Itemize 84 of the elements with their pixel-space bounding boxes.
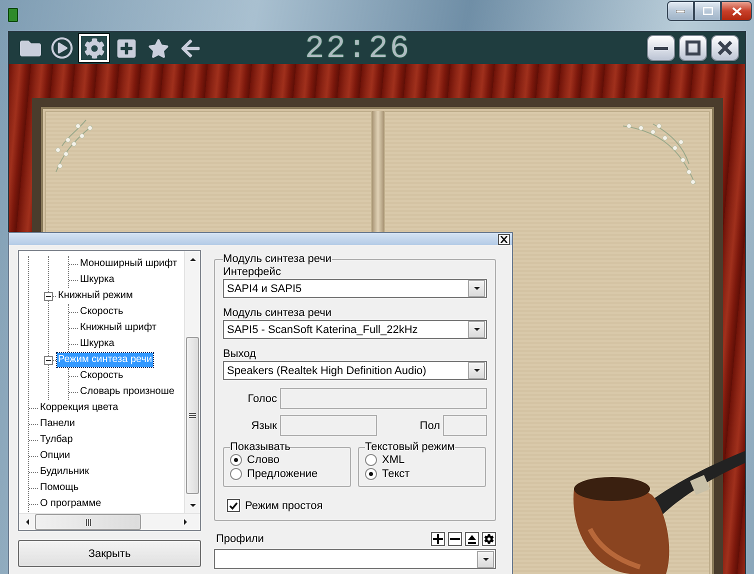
tree-item[interactable]: Моноширный шрифт: [79, 257, 178, 271]
group-title: Модуль синтеза речи: [223, 253, 332, 265]
maximize-button[interactable]: [694, 1, 721, 21]
close-button[interactable]: [711, 35, 739, 61]
horizontal-scrollbar[interactable]: [19, 513, 200, 530]
radio-option[interactable]: Текст: [365, 467, 479, 481]
close-button[interactable]: Закрыть: [18, 540, 201, 567]
settings-icon: [84, 38, 104, 58]
scroll-right-icon: [184, 519, 186, 525]
add-icon: [116, 38, 136, 58]
field-label: Выход: [223, 348, 257, 360]
tree-item[interactable]: Шкурка: [79, 337, 116, 351]
minimize-icon: [654, 46, 668, 50]
tree-item[interactable]: Коррекция цвета: [39, 401, 120, 415]
radio-button[interactable]: [365, 454, 377, 466]
minimize-icon: [676, 10, 685, 12]
field-label: Язык: [250, 420, 278, 432]
field-label: Голос: [246, 392, 278, 404]
grip-icon: [189, 413, 196, 418]
grip-icon: [86, 518, 90, 526]
play-icon: [51, 37, 73, 59]
toolbar-button[interactable]: [79, 34, 109, 62]
tree-item[interactable]: Книжный шрифт: [79, 321, 158, 335]
tree-item[interactable]: О программе: [39, 497, 102, 511]
dropdown-arrow-icon: [474, 287, 480, 290]
group-title: Показывать: [230, 441, 290, 453]
group-title: Текстовый режим: [365, 441, 455, 453]
minimize-button[interactable]: [667, 1, 694, 21]
radio-option[interactable]: Слово: [230, 453, 344, 467]
close-icon: [717, 40, 733, 56]
interface-dropdown[interactable]: SAPI4 и SAPI5: [223, 279, 487, 298]
app-icon: [8, 8, 18, 22]
tree-item[interactable]: Будильник: [39, 465, 90, 479]
radio-option[interactable]: Предложение: [230, 467, 344, 481]
profiles-label: Профили: [216, 533, 265, 545]
field-label: Интерфейс: [223, 266, 282, 278]
tree-item[interactable]: Шкурка: [79, 273, 116, 287]
tree-item[interactable]: Опции: [39, 449, 72, 463]
eject-icon: [467, 534, 477, 544]
dropdown-arrow-icon: [474, 369, 480, 372]
profile-button[interactable]: [448, 532, 462, 546]
maximize-button[interactable]: [679, 35, 707, 61]
vertical-scrollbar[interactable]: [184, 251, 200, 513]
engine-dropdown[interactable]: SAPI5 - ScanSoft Katerina_Full_22kHz: [223, 320, 487, 339]
close-icon: [732, 6, 742, 16]
field-label: Пол: [418, 420, 441, 432]
tree-item[interactable]: Тулбар: [39, 433, 74, 447]
maximize-icon: [702, 7, 712, 15]
back-arrow-icon: [180, 38, 200, 58]
output-dropdown[interactable]: Speakers (Realtek High Definition Audio): [223, 361, 487, 380]
profile-button[interactable]: [465, 532, 479, 546]
scroll-up-icon: [190, 258, 196, 260]
profile-button[interactable]: [482, 532, 496, 546]
tree-item[interactable]: Книжный режим: [57, 289, 134, 303]
tree-item[interactable]: Словарь произноше: [79, 385, 176, 399]
minimize-button[interactable]: [647, 35, 675, 61]
radio-button[interactable]: [230, 454, 242, 466]
maximize-icon: [685, 40, 701, 56]
dropdown-arrow-icon: [474, 328, 480, 331]
scroll-down-icon: [190, 504, 196, 506]
profile-dropdown[interactable]: [214, 549, 496, 569]
plus-icon: [433, 534, 443, 544]
field-label: Модуль синтеза речи: [223, 307, 333, 319]
radio-option[interactable]: XML: [365, 453, 479, 467]
collapse-icon[interactable]: [44, 356, 53, 364]
star-icon: [148, 38, 168, 58]
collapse-icon[interactable]: [44, 292, 53, 300]
radio-button[interactable]: [230, 468, 242, 480]
gear-icon: [484, 534, 494, 544]
dropdown-arrow-icon: [482, 558, 488, 560]
profile-button[interactable]: [431, 532, 445, 546]
scroll-left-icon: [26, 519, 28, 525]
close-button[interactable]: [721, 1, 752, 21]
radio-button[interactable]: [365, 468, 377, 480]
close-button[interactable]: [498, 234, 510, 244]
clock-display: 22:26: [305, 32, 412, 64]
tree-item[interactable]: Скорость: [79, 369, 124, 383]
tree-item[interactable]: Скорость: [79, 305, 124, 319]
checkbox[interactable]: [227, 499, 240, 512]
idle-mode-option[interactable]: Режим простоя: [227, 499, 487, 512]
folder-icon: [20, 38, 40, 58]
tree-item[interactable]: Помощь: [39, 481, 80, 495]
close-icon: [500, 236, 508, 242]
tree-item[interactable]: Панели: [39, 417, 76, 431]
